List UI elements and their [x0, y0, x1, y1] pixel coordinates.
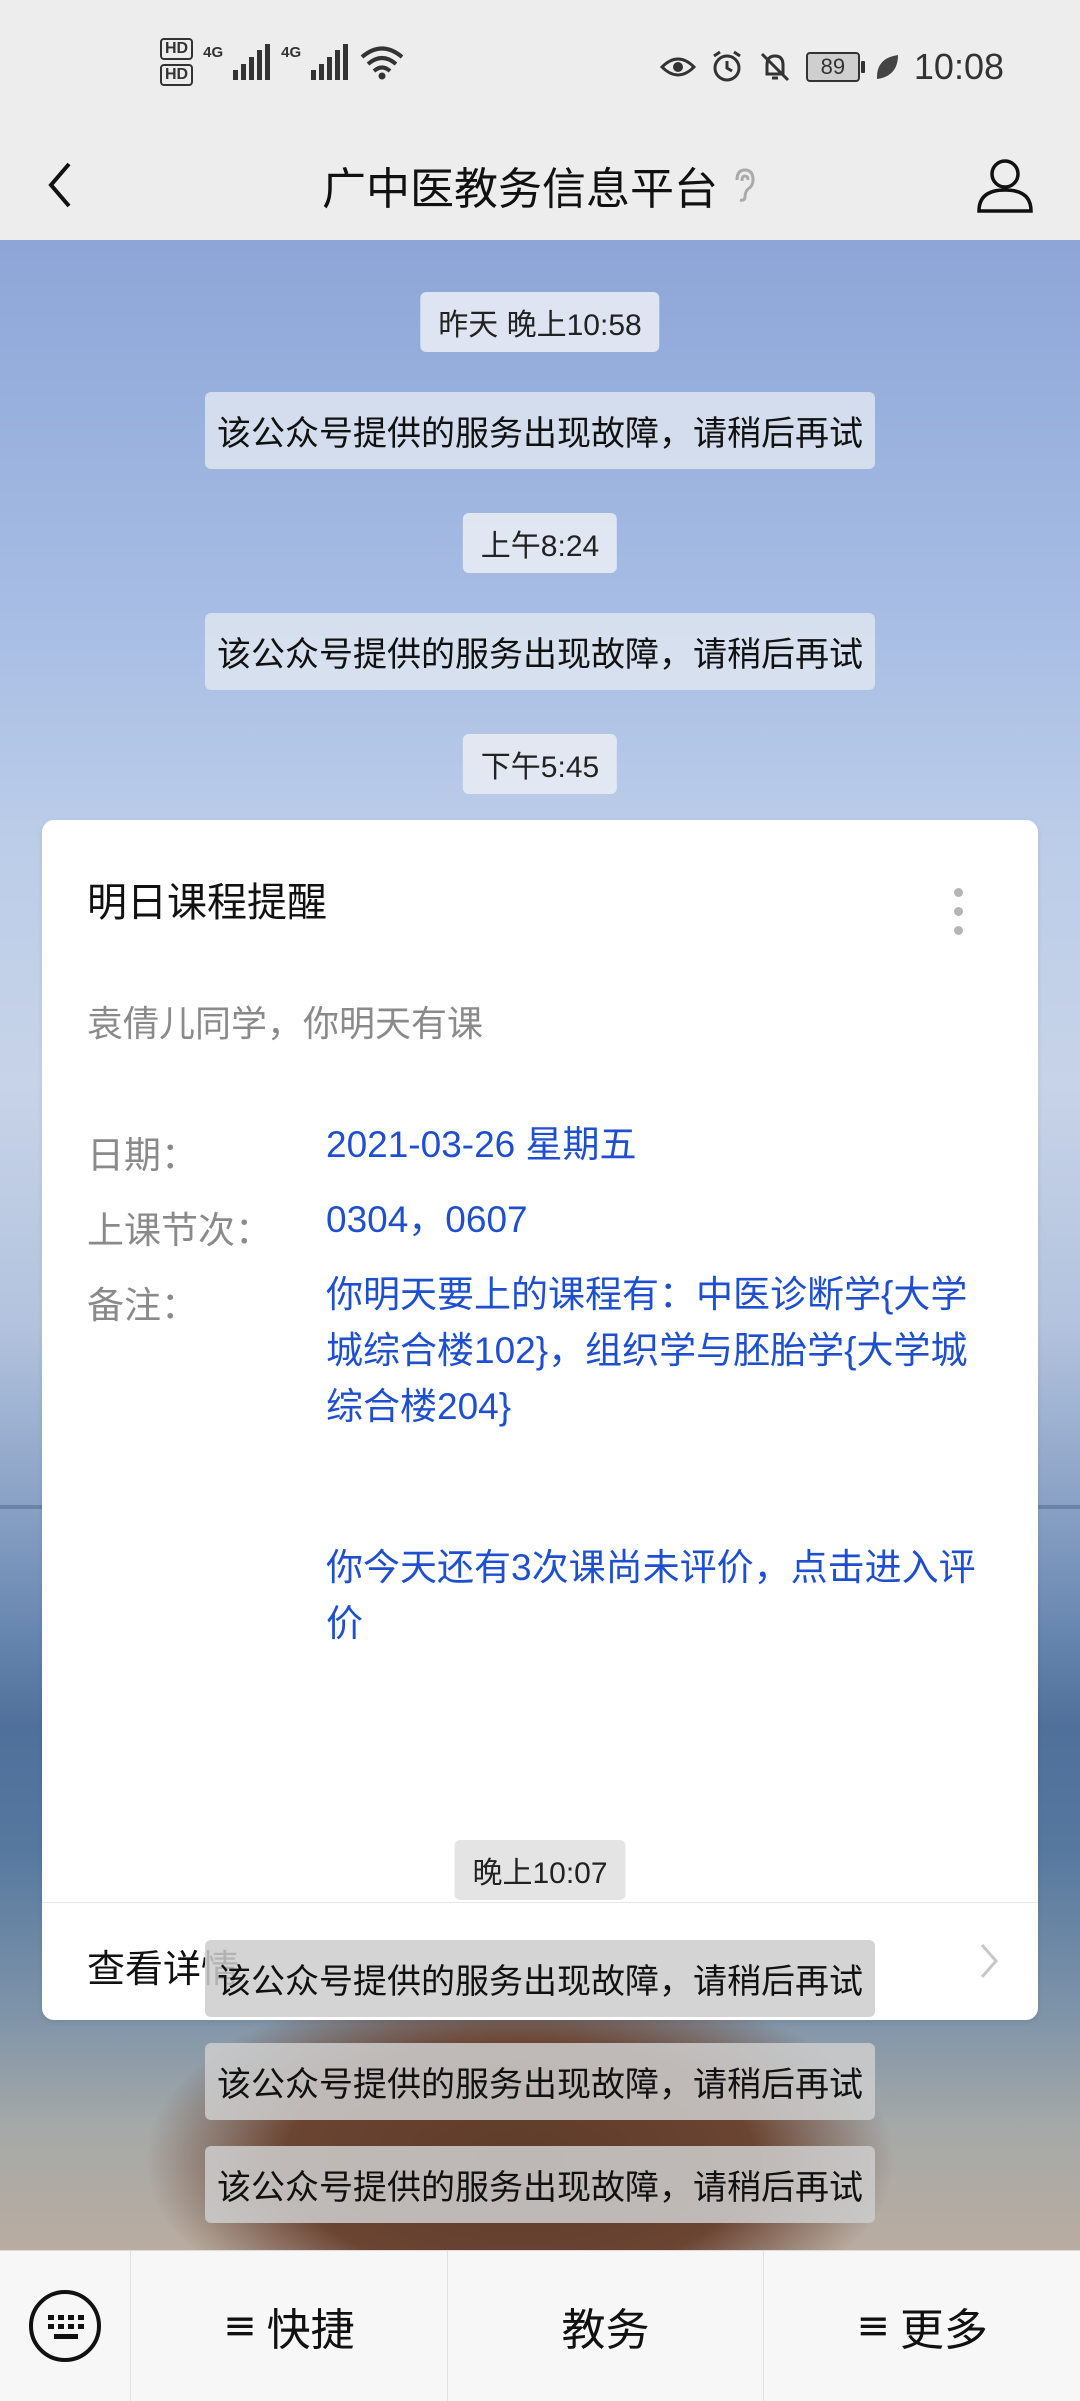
network-indicators: HD HD 4G 4G — [160, 38, 405, 86]
title-wrap: 广中医教务信息平台 — [0, 130, 1080, 240]
sim1-network-label: 4G — [203, 44, 224, 61]
keyboard-toggle-button[interactable] — [0, 2251, 130, 2401]
system-indicators: 89 10:08 — [659, 46, 1004, 88]
chat-area[interactable]: 昨天 晚上10:58 该公众号提供的服务出现故障，请稍后再试 上午8:24 该公… — [0, 240, 1080, 2250]
page-title: 广中医教务信息平台 — [322, 165, 718, 214]
dot-icon — [953, 926, 963, 935]
system-message: 该公众号提供的服务出现故障，请稍后再试 — [205, 613, 875, 690]
menu-more[interactable]: ≡ 更多 — [763, 2251, 1080, 2401]
periods-value: 0304，0607 — [326, 1199, 528, 1240]
system-message: 该公众号提供的服务出现故障，请稍后再试 — [205, 2043, 875, 2120]
date-label: 日期： — [87, 1135, 198, 1176]
profile-button[interactable] — [968, 148, 1042, 222]
user-icon — [977, 159, 1033, 213]
leaf-icon — [876, 55, 898, 79]
alarm-icon — [713, 50, 741, 82]
menu-more-label: 更多 — [899, 2306, 988, 2355]
remark-value: 你明天要上的课程有：中医诊断学{大学城综合楼102}，组织学与胚胎学{大学城综合… — [326, 1274, 968, 1427]
menu-lines-icon: ≡ — [223, 2303, 257, 2349]
hd1-badge: HD — [160, 38, 194, 60]
system-message: 该公众号提供的服务出现故障，请稍后再试 — [205, 2146, 875, 2223]
battery-indicator: 89 — [805, 52, 865, 82]
timestamp: 昨天 晚上10:58 — [420, 292, 660, 352]
periods-label: 上课节次： — [87, 1210, 272, 1251]
date-value: 2021-03-26 星期五 — [326, 1124, 637, 1165]
eye-icon — [659, 57, 696, 77]
bottom-menu: ≡ 快捷 教务 ≡ 更多 — [0, 2250, 1080, 2401]
keyboard-icon — [29, 2290, 101, 2362]
menu-lines-icon: ≡ — [856, 2303, 890, 2349]
system-message: 该公众号提供的服务出现故障，请稍后再试 — [205, 1940, 875, 2017]
chat-header: 广中医教务信息平台 — [0, 130, 1080, 240]
signal-1-icon — [233, 44, 271, 80]
ear-icon — [735, 168, 755, 202]
sim2-network-label: 4G — [281, 44, 302, 61]
card-subtitle: 袁倩儿同学，你明天有课 — [87, 1003, 484, 1044]
menu-academic[interactable]: 教务 — [446, 2251, 764, 2401]
menu-academic-label: 教务 — [561, 2306, 650, 2355]
wifi-icon — [360, 46, 404, 80]
timestamp: 下午5:45 — [462, 734, 618, 794]
evaluation-link[interactable]: 你今天还有3次课尚未评价，点击进入评价 — [326, 1540, 996, 1652]
dot-icon — [953, 888, 963, 897]
timestamp: 上午8:24 — [462, 513, 618, 573]
timestamp: 晚上10:07 — [454, 1840, 626, 1900]
status-bar: HD HD 4G 4G 89 10:08 — [0, 0, 1080, 130]
system-message: 该公众号提供的服务出现故障，请稍后再试 — [205, 392, 875, 469]
card-title: 明日课程提醒 — [87, 881, 327, 925]
chevron-right-icon — [980, 1944, 998, 1978]
remark-label: 备注： — [87, 1285, 198, 1326]
menu-quick-label: 快捷 — [266, 2306, 355, 2355]
signal-2-icon — [311, 44, 349, 80]
hd-badges: HD HD — [160, 38, 194, 86]
mute-bell-icon — [760, 52, 789, 82]
dot-icon — [953, 907, 963, 916]
clock: 10:08 — [913, 46, 1004, 87]
hd2-badge: HD — [160, 64, 194, 86]
menu-quick[interactable]: ≡ 快捷 — [130, 2251, 447, 2401]
more-options-button[interactable] — [952, 888, 964, 935]
